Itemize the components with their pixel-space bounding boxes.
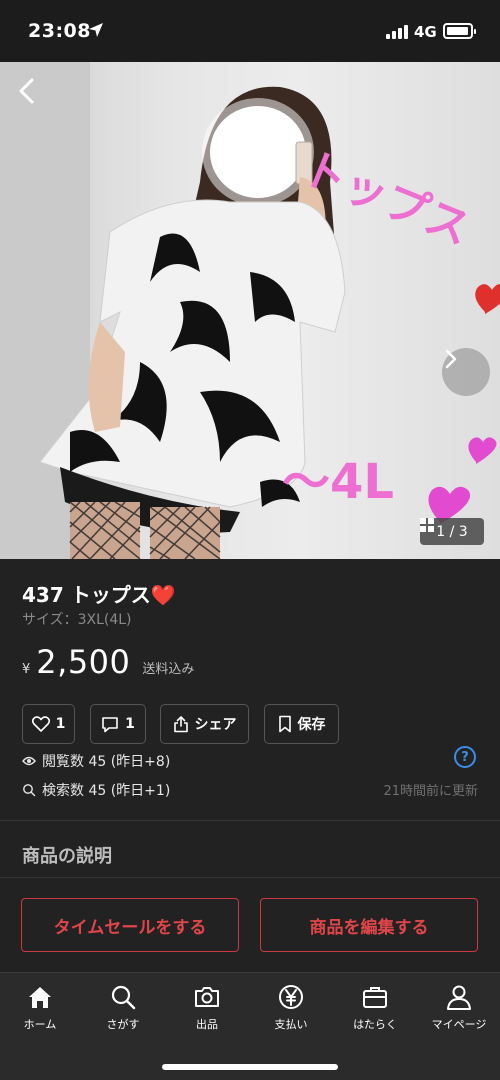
location-arrow-icon [89, 23, 103, 37]
share-button[interactable]: シェア [160, 704, 249, 744]
help-icon[interactable]: ? [454, 746, 476, 768]
searches-text: 検索数 45 (昨日+1) [42, 783, 171, 799]
save-button[interactable]: 保存 [264, 704, 339, 744]
tab-label: 出品 [196, 1018, 218, 1031]
updated-time: 21時間前に更新 [383, 784, 478, 799]
description-heading: 商品の説明 [22, 846, 112, 867]
camera-icon [195, 987, 219, 1007]
chevron-right-icon [445, 349, 457, 369]
tab-sell[interactable]: 出品 [172, 983, 242, 1033]
briefcase-icon [363, 987, 387, 1008]
product-size: サイズ：3XL(4L) [22, 612, 132, 628]
home-icon [29, 987, 51, 1008]
comment-icon [102, 716, 118, 732]
tab-payment[interactable]: 支払い [256, 983, 326, 1033]
status-time: 23:08 [28, 20, 91, 42]
product-title: 437 トップス❤️ [22, 583, 176, 607]
price-row: ¥ 2,500 送料込み [22, 643, 194, 681]
image-counter-text: 1 / 3 [436, 523, 468, 540]
comment-button[interactable]: 1 [90, 704, 146, 744]
comment-count: 1 [125, 716, 135, 732]
signal-icon [386, 25, 408, 39]
tab-search[interactable]: さがす [88, 983, 158, 1033]
timesale-button[interactable]: タイムセールをする [21, 898, 239, 952]
back-chevron-icon[interactable] [14, 76, 40, 106]
network-type: 4G [414, 23, 437, 41]
person-icon [447, 985, 471, 1010]
tab-label: はたらく [353, 1018, 397, 1031]
tab-label: ホーム [23, 1018, 57, 1031]
yen-icon [279, 985, 303, 1009]
next-image-button[interactable] [442, 348, 490, 396]
grid-icon [420, 518, 434, 532]
tab-label: 支払い [274, 1018, 308, 1031]
share-label: シェア [194, 717, 237, 733]
heart-icon [31, 716, 50, 732]
product-price: 2,500 [36, 643, 131, 681]
share-icon [173, 716, 188, 733]
currency-symbol: ¥ [22, 662, 31, 677]
home-indicator[interactable] [162, 1064, 338, 1070]
search-icon [111, 985, 136, 1010]
views-stat: 閲覧数 45 (昨日+8) [22, 751, 170, 771]
divider [0, 877, 500, 878]
searches-stat: 検索数 45 (昨日+1) [22, 780, 170, 800]
product-photo [0, 62, 500, 559]
tab-home[interactable]: ホーム [5, 983, 75, 1033]
image-counter[interactable]: 1 / 3 [420, 518, 484, 545]
save-label: 保存 [297, 717, 326, 733]
edit-product-button[interactable]: 商品を編集する [260, 898, 478, 952]
divider [0, 820, 500, 821]
product-image[interactable]: トップス 〜4L 1 / 3 [0, 62, 500, 559]
battery-icon [443, 23, 476, 39]
status-bar: 23:08 4G [0, 0, 500, 62]
tab-label: マイページ [431, 1018, 487, 1031]
eye-icon [22, 756, 36, 766]
views-text: 閲覧数 45 (昨日+8) [42, 754, 171, 770]
like-count: 1 [55, 716, 66, 732]
like-button[interactable]: 1 [22, 704, 75, 744]
overlay-text-size: 〜4L [282, 454, 394, 510]
tab-label: さがす [106, 1018, 140, 1031]
tab-work[interactable]: はたらく [340, 983, 410, 1033]
bookmark-icon [278, 715, 291, 733]
search-small-icon [23, 784, 36, 797]
tab-mypage[interactable]: マイページ [424, 983, 494, 1033]
shipping-label: 送料込み [142, 662, 195, 677]
